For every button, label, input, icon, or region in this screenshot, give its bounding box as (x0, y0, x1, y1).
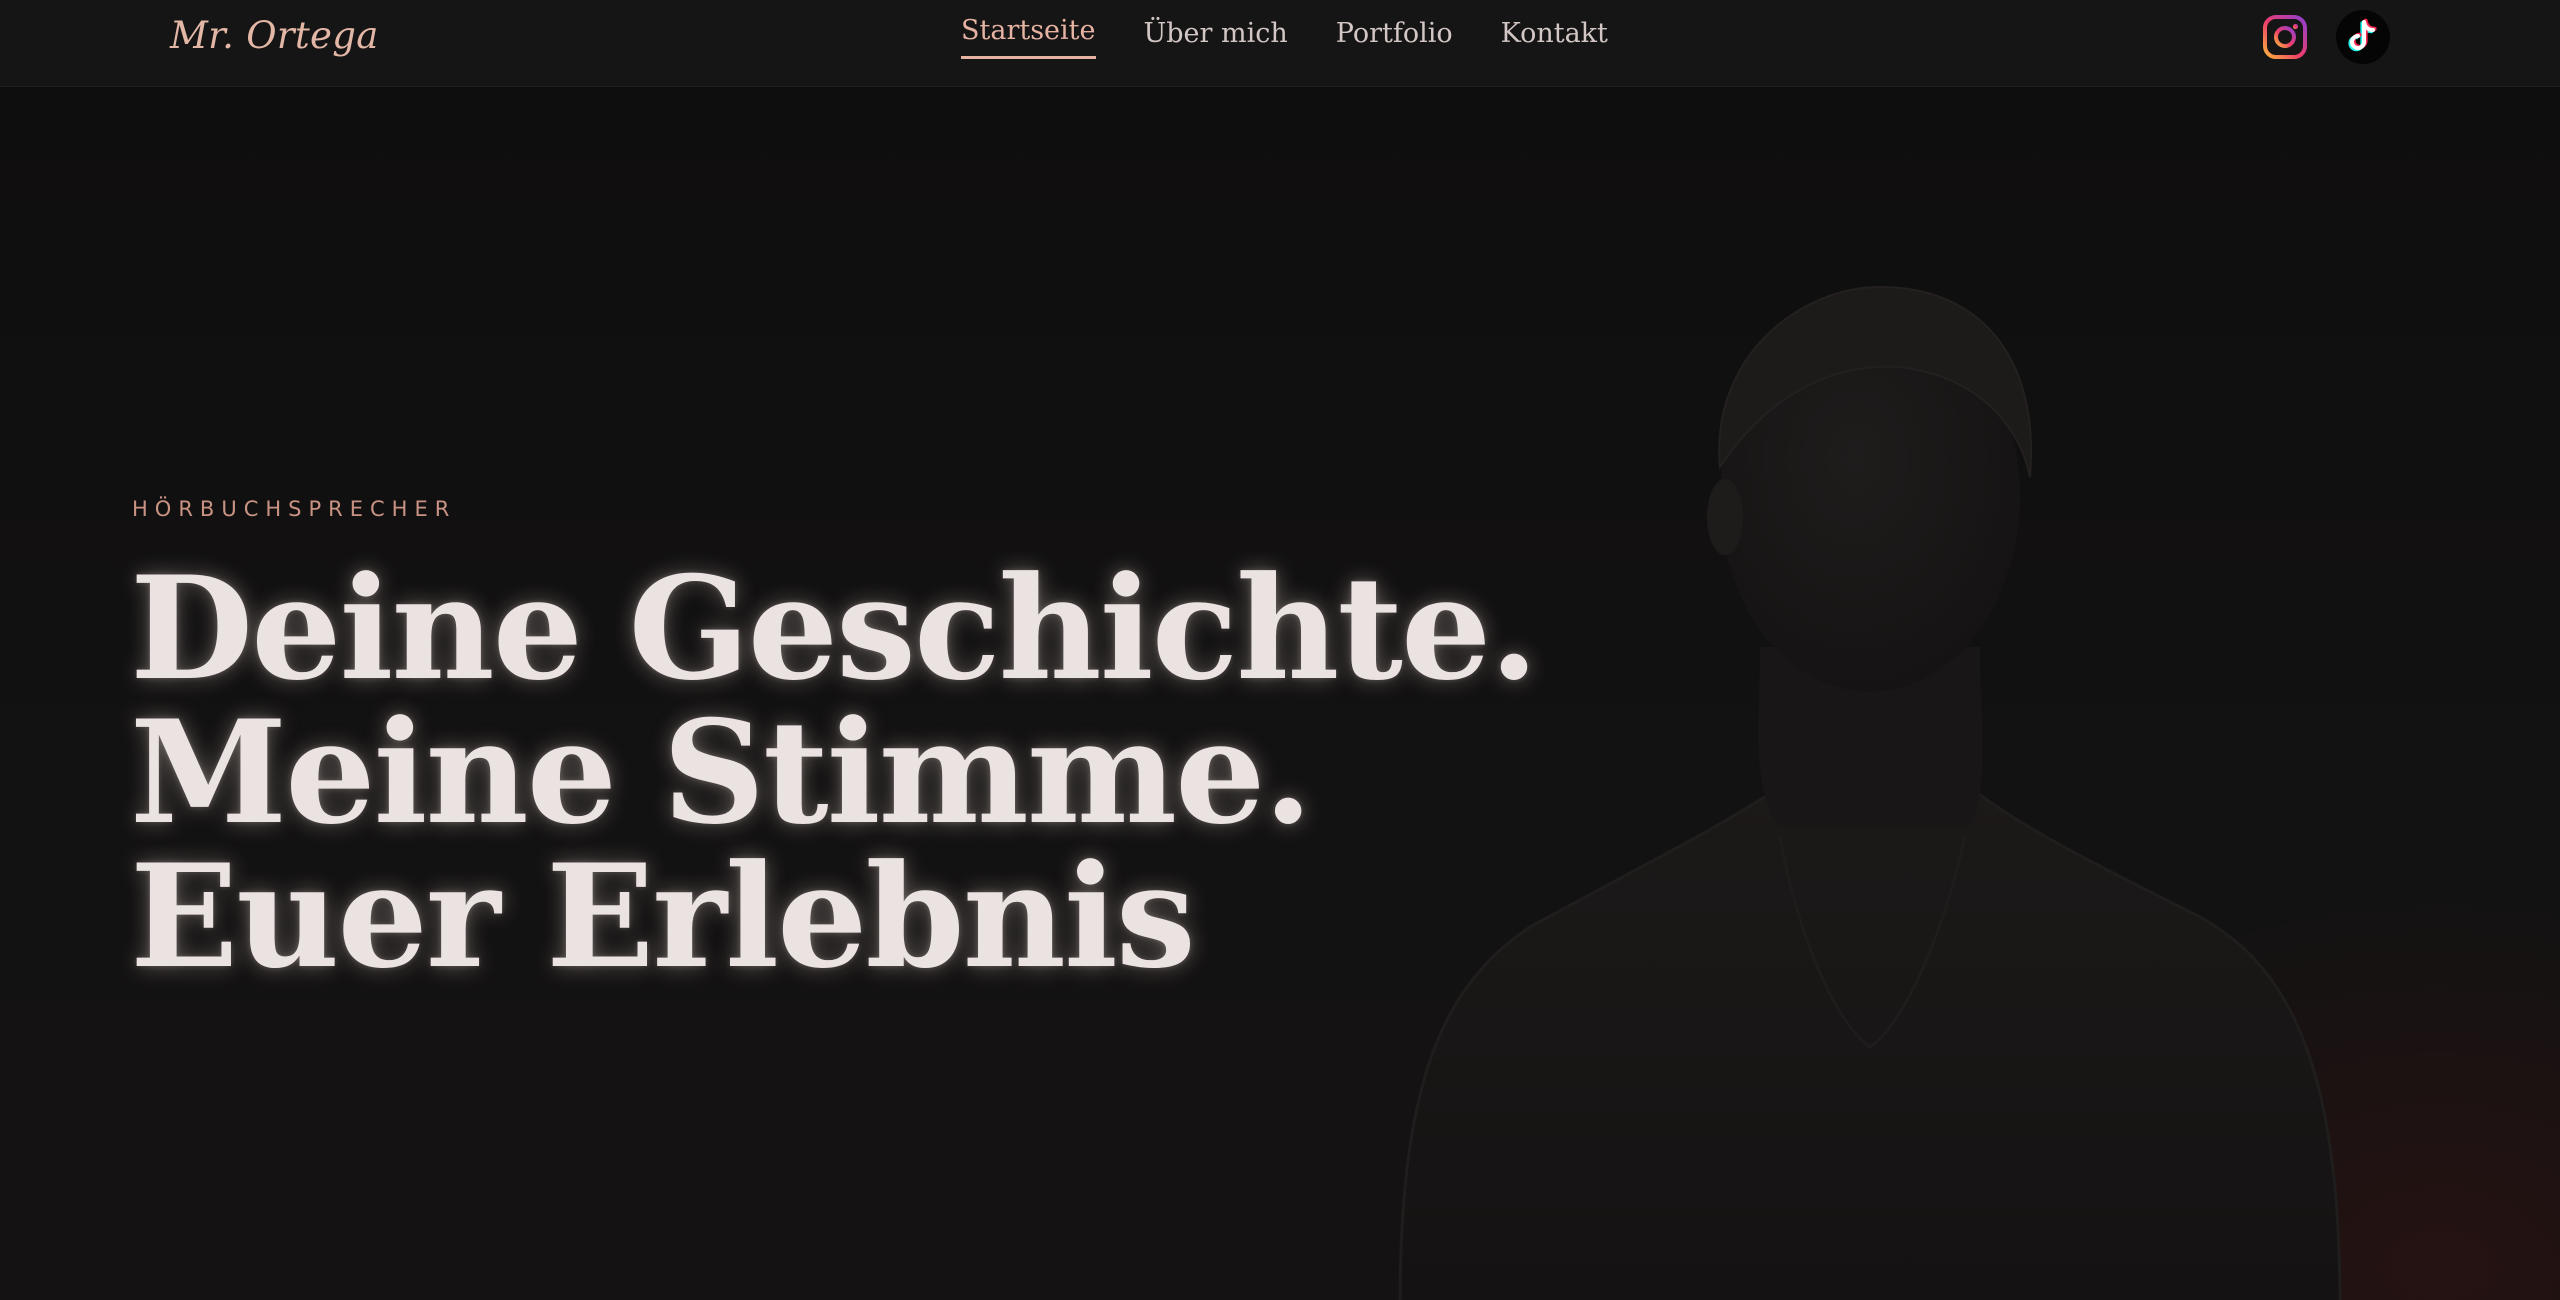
headline-line-1: Deine Geschichte. (130, 546, 1539, 712)
hero-headline: Deine Geschichte. Meine Stimme. Euer Erl… (130, 546, 1539, 1000)
nav-item-startseite: Startseite (961, 15, 1096, 59)
nav-item-kontakt: Kontakt (1501, 18, 1608, 59)
instagram-link[interactable] (2258, 10, 2312, 64)
headline-line-3: Euer Erlebnis (130, 834, 1196, 1000)
main-nav: Startseite Über mich Portfolio Kontakt (961, 15, 1608, 59)
nav-item-portfolio: Portfolio (1336, 18, 1453, 59)
nav-link-startseite[interactable]: Startseite (961, 15, 1096, 59)
tiktok-icon (2336, 10, 2390, 64)
tiktok-link[interactable] (2336, 10, 2390, 64)
site-logo[interactable]: Mr. Ortega (170, 14, 379, 57)
hero-section: HÖRBUCHSPRECHER Deine Geschichte. Meine … (0, 87, 2560, 1300)
nav-link-ueber-mich[interactable]: Über mich (1144, 18, 1288, 59)
instagram-icon (2263, 15, 2307, 59)
nav-link-portfolio[interactable]: Portfolio (1336, 18, 1453, 59)
hero-eyebrow: HÖRBUCHSPRECHER (132, 497, 457, 521)
nav-link-kontakt[interactable]: Kontakt (1501, 18, 1608, 59)
headline-line-2: Meine Stimme. (130, 690, 1313, 856)
nav-item-ueber-mich: Über mich (1144, 18, 1288, 59)
site-header: Mr. Ortega Startseite Über mich Portfoli… (0, 0, 2560, 87)
